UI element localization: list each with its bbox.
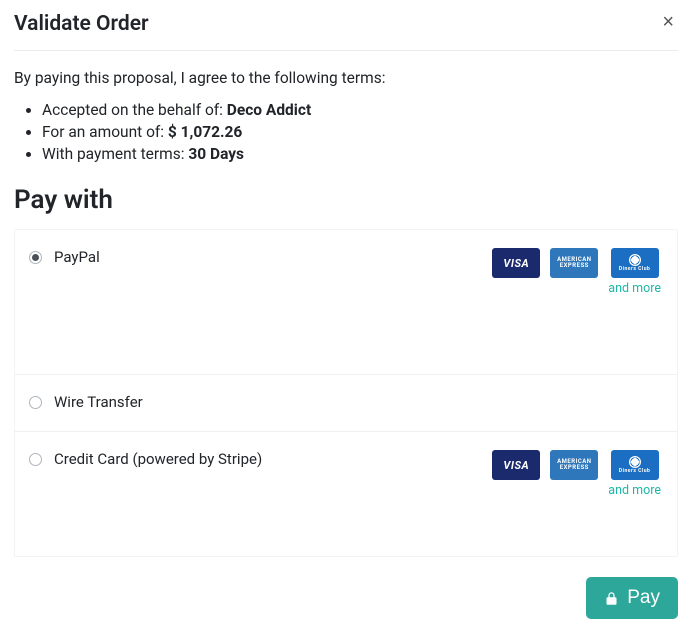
term-amount: For an amount of: $ 1,072.26 <box>42 123 678 141</box>
term-accepted: Accepted on the behalf of: Deco Addict <box>42 101 678 119</box>
payment-method-paypal[interactable]: PayPal VISA AMERICANEXPRESS Diners Club … <box>15 230 677 375</box>
lock-icon <box>604 590 619 607</box>
payment-methods: PayPal VISA AMERICANEXPRESS Diners Club … <box>14 229 678 557</box>
pay-button[interactable]: Pay <box>586 577 678 619</box>
payment-method-label: Wire Transfer <box>54 393 143 411</box>
close-icon[interactable]: × <box>658 12 678 32</box>
payment-method-wire[interactable]: Wire Transfer <box>15 375 677 432</box>
radio-paypal[interactable] <box>29 251 42 264</box>
amex-icon: AMERICANEXPRESS <box>550 248 598 278</box>
card-icons: VISA AMERICANEXPRESS Diners Club and mor… <box>492 248 661 296</box>
visa-icon: VISA <box>492 248 540 278</box>
and-more-link[interactable]: and more <box>608 281 661 296</box>
diners-icon: Diners Club <box>611 248 659 278</box>
terms-list: Accepted on the behalf of: Deco Addict F… <box>42 101 678 163</box>
card-icons: VISA AMERICANEXPRESS Diners Club and mor… <box>492 450 661 498</box>
validate-order-dialog: Validate Order × By paying this proposal… <box>0 0 692 633</box>
dialog-header: Validate Order × <box>14 12 678 51</box>
payment-method-stripe[interactable]: Credit Card (powered by Stripe) VISA AME… <box>15 432 677 556</box>
diners-icon: Diners Club <box>611 450 659 480</box>
dialog-title: Validate Order <box>14 12 149 36</box>
radio-stripe[interactable] <box>29 453 42 466</box>
dialog-footer: Pay <box>14 577 678 619</box>
payment-method-label: Credit Card (powered by Stripe) <box>54 450 262 468</box>
radio-wire[interactable] <box>29 396 42 409</box>
and-more-link[interactable]: and more <box>608 483 661 498</box>
term-payment-terms: With payment terms: 30 Days <box>42 145 678 163</box>
payment-method-label: PayPal <box>54 248 100 266</box>
amex-icon: AMERICANEXPRESS <box>550 450 598 480</box>
pay-button-label: Pay <box>627 587 660 609</box>
pay-with-heading: Pay with <box>14 185 678 215</box>
visa-icon: VISA <box>492 450 540 480</box>
terms-intro: By paying this proposal, I agree to the … <box>14 69 678 87</box>
